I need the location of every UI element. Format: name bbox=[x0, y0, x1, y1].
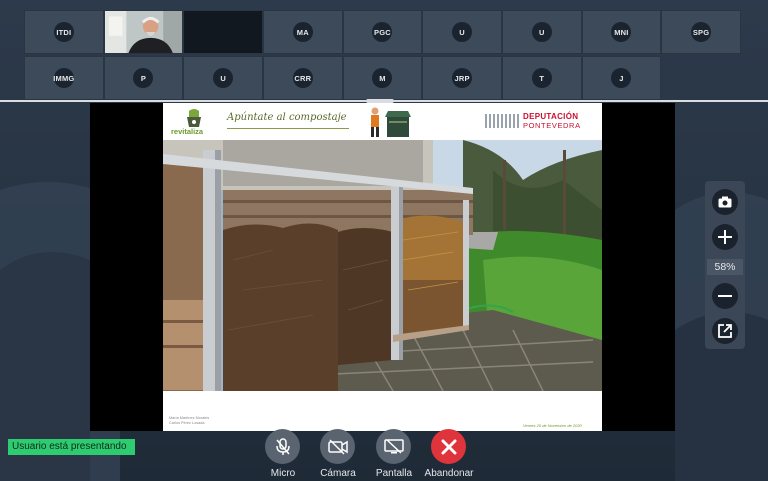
slide-date: Venres 20 de Novembro de 2020 bbox=[523, 423, 582, 428]
slide-authors: María Martínez Morales Carlos Pérez Losa… bbox=[169, 416, 209, 426]
participant-grid: ITDI MA PGC U U MNI SPG IMMG P U CRR M J… bbox=[24, 10, 741, 100]
participant-avatar: U bbox=[452, 22, 473, 42]
slide-header: revitaliza Apúntate al compostaje DEPUTA… bbox=[163, 103, 602, 140]
participant-avatar: MNI bbox=[611, 22, 632, 42]
participant-avatar: J bbox=[611, 68, 632, 88]
participant-avatar: CRR bbox=[292, 68, 313, 88]
title-underline bbox=[227, 128, 349, 129]
author-2: Carlos Pérez Losada bbox=[169, 421, 205, 425]
participant-tile[interactable]: M bbox=[342, 56, 423, 100]
minus-icon bbox=[718, 295, 732, 297]
participant-avatar: PGC bbox=[372, 22, 393, 42]
participant-tile[interactable]: PGC bbox=[342, 10, 423, 54]
screen-share-button[interactable] bbox=[376, 429, 411, 464]
screenshot-button[interactable] bbox=[712, 189, 738, 215]
participant-avatar: U bbox=[213, 68, 234, 88]
close-icon bbox=[441, 439, 456, 454]
camera-icon bbox=[718, 196, 732, 208]
participant-tile[interactable]: IMMG bbox=[24, 56, 104, 100]
participant-video bbox=[104, 11, 183, 53]
zoom-level: 58% bbox=[707, 259, 743, 275]
leave-control[interactable]: Abandonar bbox=[421, 429, 477, 481]
participant-tile[interactable]: ITDI bbox=[24, 10, 104, 54]
empty-slot bbox=[661, 56, 741, 100]
participant-tile[interactable] bbox=[183, 10, 263, 54]
zoom-in-button[interactable] bbox=[712, 224, 738, 250]
participant-tile[interactable]: U bbox=[422, 10, 502, 54]
screen-share-off-icon bbox=[383, 438, 404, 454]
participant-tile[interactable]: J bbox=[581, 56, 662, 100]
participant-tile[interactable]: MA bbox=[262, 10, 343, 54]
participant-avatar: IMMG bbox=[53, 68, 74, 88]
participant-tile[interactable]: P bbox=[103, 56, 184, 100]
camera-off-icon bbox=[327, 438, 348, 455]
participant-avatar: M bbox=[372, 68, 393, 88]
participant-tile[interactable]: MNI bbox=[581, 10, 662, 54]
shared-screen[interactable]: revitaliza Apúntate al compostaje DEPUTA… bbox=[90, 103, 675, 431]
leave-label: Abandonar bbox=[424, 468, 474, 479]
participant-tile[interactable]: SPG bbox=[661, 10, 741, 54]
mic-button[interactable] bbox=[265, 429, 300, 464]
participant-avatar: JRP bbox=[452, 68, 473, 88]
participant-tile[interactable]: JRP bbox=[422, 56, 502, 100]
participant-tile[interactable]: U bbox=[501, 10, 582, 54]
presenting-status-badge: Usuario está presentando bbox=[8, 439, 135, 455]
revitaliza-logo-text: revitaliza bbox=[171, 127, 204, 136]
compost-bins-photo bbox=[163, 140, 602, 391]
participant-tile[interactable]: T bbox=[501, 56, 582, 100]
plus-icon bbox=[718, 230, 732, 244]
participant-avatar: ITDI bbox=[53, 22, 74, 42]
org-name: DEPUTACIÓN bbox=[523, 112, 579, 121]
zoom-panel: 58% bbox=[705, 181, 745, 349]
participant-avatar: T bbox=[531, 68, 552, 88]
pop-out-button[interactable] bbox=[712, 318, 738, 344]
participant-avatar: P bbox=[133, 68, 154, 88]
presentation-slide: revitaliza Apúntate al compostaje DEPUTA… bbox=[163, 103, 602, 431]
mic-off-icon bbox=[275, 437, 290, 455]
org-subtitle: PONTEVEDRA bbox=[523, 121, 581, 130]
external-link-icon bbox=[718, 324, 732, 338]
participant-avatar: MA bbox=[292, 22, 313, 42]
camera-button[interactable] bbox=[320, 429, 355, 464]
participant-avatar: SPG bbox=[691, 22, 712, 42]
leave-button[interactable] bbox=[431, 429, 466, 464]
compost-person-icon bbox=[371, 107, 411, 137]
participant-video-tile[interactable] bbox=[103, 10, 184, 54]
zoom-out-button[interactable] bbox=[712, 283, 738, 309]
participant-avatar: U bbox=[531, 22, 552, 42]
participant-tile[interactable]: U bbox=[183, 56, 263, 100]
participant-tile[interactable]: CRR bbox=[262, 56, 343, 100]
